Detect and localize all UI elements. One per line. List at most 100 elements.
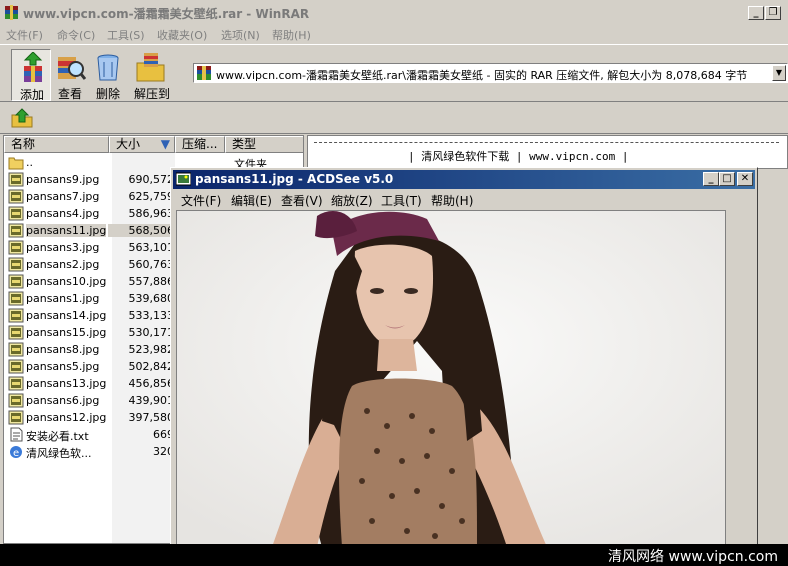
file-name: .. [26,156,33,169]
acdsee-title-bar[interactable]: pansans11.jpg - ACDSee v5.0 _ □ ✕ [173,170,755,189]
acdsee-icon [176,172,191,186]
jpg-icon [8,206,24,221]
file-size: 439,901 [128,394,175,407]
file-size: 560,763 [128,258,175,271]
file-name: pansans3.jpg [26,241,100,254]
acdsee-menubar: 文件(F) 编辑(E) 查看(V) 缩放(Z) 工具(T) 帮助(H) [173,190,755,208]
sort-down-icon: ▼ [160,137,170,151]
jpg-icon [8,410,24,425]
minimize-button[interactable]: _ [748,6,764,20]
acdsee-maximize-button[interactable]: □ [719,172,735,186]
menu-favorites[interactable]: 收藏夹(O) [157,27,207,43]
file-size: 669 [153,428,174,441]
archive-path-combobox[interactable]: www.vipcn.com-潘霜霜美女壁纸.rar\潘霜霜美女壁纸 - 固实的 … [193,63,788,83]
file-size: 557,886 [128,275,175,288]
acd-menu-zoom[interactable]: 缩放(Z) [331,192,373,209]
photo-view[interactable] [176,210,726,546]
navigation-row [0,103,788,134]
winrar-icon [5,5,18,20]
column-type[interactable]: 类型 [225,136,303,153]
file-name: pansans10.jpg [26,275,107,288]
winrar-title-bar[interactable]: www.vipcn.com-潘霜霜美女壁纸.rar - WinRAR _ ❐ [0,0,788,25]
acd-menu-edit[interactable]: 编辑(E) [231,192,272,209]
jpg-icon [8,376,24,391]
menu-tools[interactable]: 工具(S) [107,27,145,43]
jpg-icon [8,240,24,255]
acdsee-close-button[interactable]: ✕ [737,172,753,186]
file-size: 397,580 [128,411,175,424]
restore-button[interactable]: ❐ [765,6,781,20]
file-name: pansans14.jpg [26,309,107,322]
jpg-icon [8,325,24,340]
add-label: 添加 [19,88,44,102]
jpg-icon [8,172,24,187]
delete-label: 删除 [95,87,120,101]
file-name: pansans1.jpg [26,292,100,305]
file-size: 568,506 [108,224,174,237]
jpg-icon [8,274,24,289]
file-name: pansans11.jpg [26,224,107,237]
file-size: 320 [153,445,174,458]
delete-icon [97,54,119,81]
column-packed[interactable]: 压缩... [175,136,225,153]
chevron-down-icon[interactable]: ▼ [772,65,786,81]
file-name: pansans6.jpg [26,394,100,407]
file-name: pansans5.jpg [26,360,100,373]
jpg-icon [8,257,24,272]
menu-command[interactable]: 命令(C) [57,27,95,43]
file-size: 586,963 [128,207,175,220]
file-size: 502,842 [128,360,175,373]
folder-icon [8,155,24,170]
archive-comment-panel: | 清风绿色软件下载 | www.vipcn.com | [307,135,788,169]
jpg-icon [8,189,24,204]
winrar-menubar: 文件(F) 命令(C) 工具(S) 收藏夹(O) 选项(N) 帮助(H) [0,25,788,44]
jpg-icon [8,291,24,306]
file-name: pansans12.jpg [26,411,107,424]
view-button[interactable]: 查看 [50,49,90,101]
file-name: 安装必看.txt [26,430,89,443]
file-size: 533,133 [128,309,175,322]
menu-help[interactable]: 帮助(H) [272,27,311,43]
archive-icon [197,66,211,80]
file-name: 清风绿色软... [26,447,92,460]
column-name[interactable]: 名称 [4,136,109,153]
add-archive-icon [23,52,43,82]
add-button[interactable]: 添加 [11,49,51,102]
menu-file[interactable]: 文件(F) [6,27,43,43]
file-size: 456,856 [128,377,175,390]
file-name: pansans13.jpg [26,377,107,390]
acd-menu-tools[interactable]: 工具(T) [381,192,422,209]
watermark-text: 清风网络 www.vipcn.com [608,549,778,565]
menu-options[interactable]: 选项(N) [221,27,260,43]
jpg-icon [8,308,24,323]
ie-icon: e [8,444,24,459]
acd-menu-view[interactable]: 查看(V) [281,192,323,209]
view-icon [58,57,86,80]
acdsee-window[interactable]: pansans11.jpg - ACDSee v5.0 _ □ ✕ 文件(F) … [170,167,758,547]
jpg-icon [8,342,24,357]
acd-menu-help[interactable]: 帮助(H) [431,192,473,209]
view-label: 查看 [57,87,82,101]
file-name: pansans7.jpg [26,190,100,203]
file-size: 539,680 [128,292,175,305]
file-name: pansans9.jpg [26,173,100,186]
up-folder-icon[interactable] [10,107,34,129]
acd-menu-file[interactable]: 文件(F) [181,192,221,209]
svg-text:e: e [13,448,19,459]
file-size: 523,982 [128,343,175,356]
file-name: pansans8.jpg [26,343,100,356]
jpg-icon [8,359,24,374]
extract-icon [136,53,165,82]
delete-button[interactable]: 删除 [88,49,128,101]
extract-button[interactable]: 解压到 [130,49,174,101]
file-name: pansans15.jpg [26,326,107,339]
column-size-label: 大小 [116,137,141,151]
winrar-title: www.vipcn.com-潘霜霜美女壁纸.rar - WinRAR [23,7,310,21]
txt-icon [8,427,24,442]
file-size: 690,572 [128,173,175,186]
acdsee-minimize-button[interactable]: _ [703,172,719,186]
archive-comment: | 清风绿色软件下载 | www.vipcn.com | [408,150,629,163]
comment-divider [314,142,779,143]
file-size: 563,101 [128,241,175,254]
column-size[interactable]: 大小 ▼ [109,136,175,153]
